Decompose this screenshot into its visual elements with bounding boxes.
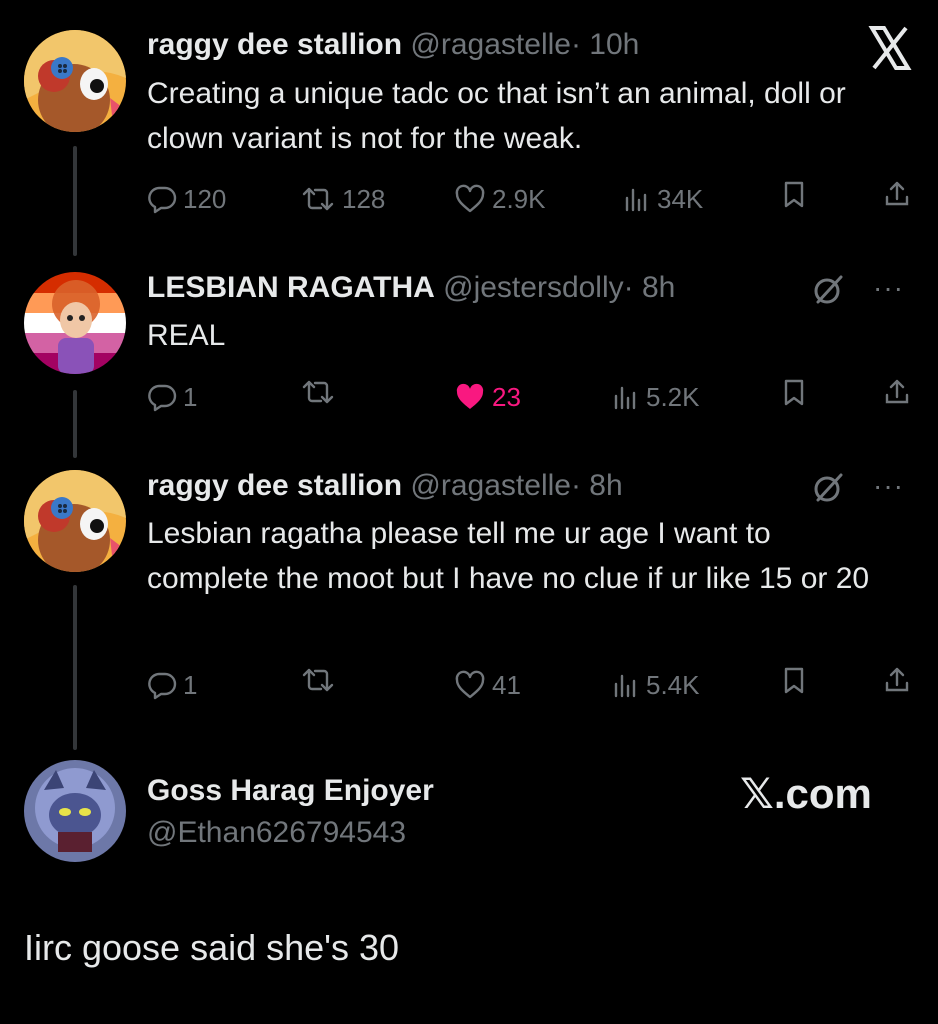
bookmark-icon bbox=[780, 179, 808, 209]
grok-icon[interactable] bbox=[810, 272, 846, 313]
retweet-button[interactable]: 128 bbox=[300, 179, 385, 219]
avatar[interactable] bbox=[24, 470, 126, 572]
bookmark-button[interactable] bbox=[780, 179, 808, 209]
timestamp[interactable]: · 10h bbox=[571, 28, 639, 61]
views-count: 34K bbox=[657, 184, 704, 214]
bookmark-icon bbox=[780, 377, 808, 407]
display-name[interactable]: raggy dee stallion bbox=[147, 28, 402, 61]
tweet-text: Creating a unique tadc oc that isn’t an … bbox=[147, 77, 846, 155]
bookmark-button[interactable] bbox=[780, 665, 808, 695]
like-icon bbox=[454, 184, 486, 214]
tweet-header: LESBIAN RAGATHA @jestersdolly· 8h bbox=[147, 270, 675, 306]
tweet-header: raggy dee stallion @ragastelle· 10h bbox=[147, 27, 639, 63]
retweet-button[interactable] bbox=[300, 665, 342, 695]
views-count: 5.4K bbox=[646, 670, 700, 700]
like-icon bbox=[454, 670, 486, 700]
reply-icon bbox=[147, 382, 177, 412]
avatar[interactable] bbox=[24, 760, 126, 862]
share-icon bbox=[882, 665, 912, 695]
tweet-text: Lesbian ragatha please tell me ur age I … bbox=[147, 517, 870, 595]
reply-icon bbox=[147, 670, 177, 700]
retweet-count: 128 bbox=[342, 184, 386, 214]
like-button[interactable]: 2.9K bbox=[454, 179, 546, 219]
user-handle[interactable]: @ragastelle bbox=[410, 28, 571, 61]
bookmark-icon bbox=[780, 665, 808, 695]
views-button[interactable]: 5.2K bbox=[612, 377, 700, 417]
like-button[interactable]: 41 bbox=[454, 665, 521, 705]
reply-count: 1 bbox=[183, 670, 198, 700]
action-bar: 1 23 5.2K bbox=[0, 377, 938, 417]
timestamp[interactable]: · 8h bbox=[624, 271, 676, 304]
display-name[interactable]: raggy dee stallion bbox=[147, 469, 402, 502]
reply-text: Iirc goose said she's 30 bbox=[24, 927, 400, 968]
share-icon bbox=[882, 377, 912, 407]
views-button[interactable]: 34K bbox=[623, 179, 703, 219]
grok-icon[interactable] bbox=[810, 470, 846, 511]
like-icon bbox=[454, 382, 486, 412]
reply-user-handle[interactable]: @Ethan626794543 bbox=[147, 815, 406, 851]
tweet-text: REAL bbox=[147, 319, 226, 352]
share-button[interactable] bbox=[882, 179, 912, 209]
more-icon[interactable]: ··· bbox=[873, 272, 904, 304]
reply-count: 120 bbox=[183, 184, 227, 214]
user-handle[interactable]: @jestersdolly bbox=[443, 271, 624, 304]
views-button[interactable]: 5.4K bbox=[612, 665, 700, 705]
like-count: 2.9K bbox=[492, 184, 546, 214]
user-handle[interactable]: @ragastelle bbox=[410, 469, 571, 502]
reply-display-name[interactable]: Goss Harag Enjoyer bbox=[147, 773, 434, 809]
avatar[interactable] bbox=[24, 272, 126, 374]
action-bar: 120 128 2.9K 34K bbox=[0, 179, 938, 219]
reply-icon bbox=[147, 184, 177, 214]
like-count: 23 bbox=[492, 382, 521, 412]
reply-button[interactable]: 120 bbox=[147, 179, 226, 219]
retweet-icon bbox=[300, 184, 336, 214]
share-icon bbox=[882, 179, 912, 209]
reply-count: 1 bbox=[183, 382, 198, 412]
reply-button[interactable]: 1 bbox=[147, 665, 197, 705]
bookmark-button[interactable] bbox=[780, 377, 808, 407]
display-name[interactable]: LESBIAN RAGATHA bbox=[147, 271, 435, 304]
share-button[interactable] bbox=[882, 665, 912, 695]
action-bar: 1 41 5.4K bbox=[0, 665, 938, 705]
avatar[interactable] bbox=[24, 30, 126, 132]
retweet-icon bbox=[300, 665, 336, 695]
like-button[interactable]: 23 bbox=[454, 377, 521, 417]
views-icon bbox=[612, 382, 640, 412]
retweet-icon bbox=[300, 377, 336, 407]
share-button[interactable] bbox=[882, 377, 912, 407]
x-com-brand: 𝕏.com bbox=[740, 770, 872, 817]
timestamp[interactable]: · 8h bbox=[571, 469, 623, 502]
tweet-header: raggy dee stallion @ragastelle· 8h bbox=[147, 468, 623, 504]
like-count: 41 bbox=[492, 670, 521, 700]
retweet-button[interactable] bbox=[300, 377, 342, 407]
views-count: 5.2K bbox=[646, 382, 700, 412]
more-icon[interactable]: ··· bbox=[873, 470, 904, 502]
x-logo-icon bbox=[866, 24, 914, 72]
reply-button[interactable]: 1 bbox=[147, 377, 197, 417]
views-icon bbox=[612, 670, 640, 700]
views-icon bbox=[623, 184, 651, 214]
